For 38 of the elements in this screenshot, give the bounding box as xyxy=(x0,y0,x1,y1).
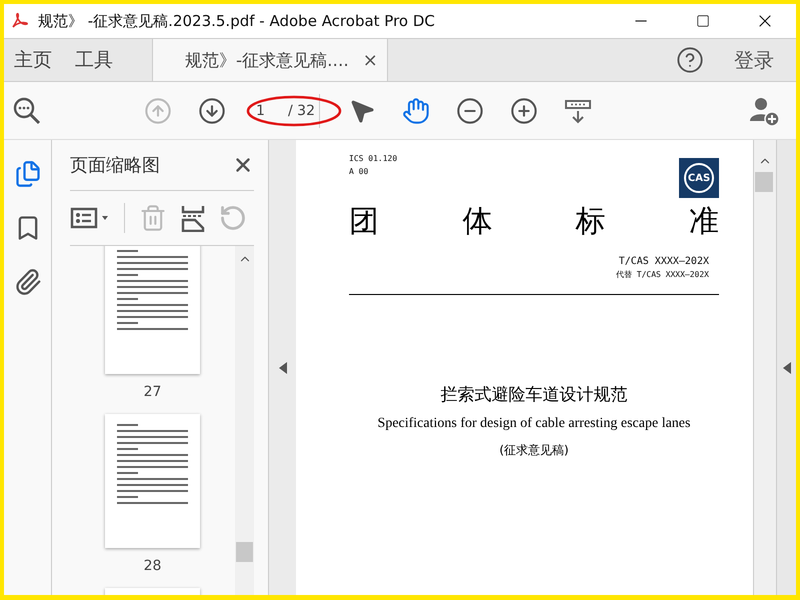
panel-title: 页面缩略图 xyxy=(70,154,160,177)
search-icon[interactable] xyxy=(12,96,42,126)
page-number-field[interactable]: 1 xyxy=(256,102,274,118)
scrollbar[interactable] xyxy=(753,140,776,595)
draft-status: (征求意见稿) xyxy=(498,442,570,459)
document-title: 拦索式避险车道设计规范 xyxy=(440,384,628,406)
page-number-label: 28 xyxy=(144,558,162,574)
tab[interactable]: 规范》-征求意见稿.... × xyxy=(152,39,388,81)
page-thumbnail[interactable] xyxy=(105,246,200,374)
scroll-thumb[interactable] xyxy=(236,542,253,562)
document-title-english: Specifications for design of cable arresting escape lanes xyxy=(376,416,692,432)
tab[interactable]: 主页 xyxy=(4,39,65,81)
insert-page-icon[interactable] xyxy=(181,204,205,232)
tab[interactable]: 工具 xyxy=(65,39,126,81)
scroll-thumb[interactable] xyxy=(755,172,773,192)
zoom-in-icon[interactable] xyxy=(510,96,538,124)
next-page-icon[interactable] xyxy=(198,96,226,124)
collapse-handle[interactable] xyxy=(268,140,296,595)
page-total: / 32 xyxy=(288,102,315,118)
pages-icon[interactable] xyxy=(14,160,42,188)
maximize-icon[interactable] xyxy=(696,14,710,28)
collapse-handle[interactable] xyxy=(776,140,796,595)
hand-tool-icon[interactable] xyxy=(402,96,430,124)
window-title: 规范》 -征求意见稿.2023.5.pdf - Adobe Acrobat Pro DC xyxy=(38,12,436,30)
scrollbar[interactable] xyxy=(235,246,254,595)
replaced-standard-number: 代替 T/CAS XXXX—202X xyxy=(616,269,709,280)
page-thumbnail[interactable] xyxy=(105,414,200,548)
paperclip-icon[interactable] xyxy=(14,268,42,296)
page-number-label: 27 xyxy=(144,384,162,400)
login-button[interactable]: 登录 xyxy=(704,39,796,81)
standard-number: T/CAS XXXX—202X xyxy=(618,256,709,267)
zoom-out-icon[interactable] xyxy=(456,96,484,124)
cas-logo: CAS xyxy=(679,158,719,198)
ics-code: ICS 01.120 xyxy=(349,153,398,165)
options-menu-icon[interactable] xyxy=(70,206,110,230)
document-heading: 团体标准 xyxy=(349,204,719,240)
classification-code: A 00 xyxy=(349,166,370,178)
tab-close-button[interactable]: × xyxy=(362,50,378,70)
